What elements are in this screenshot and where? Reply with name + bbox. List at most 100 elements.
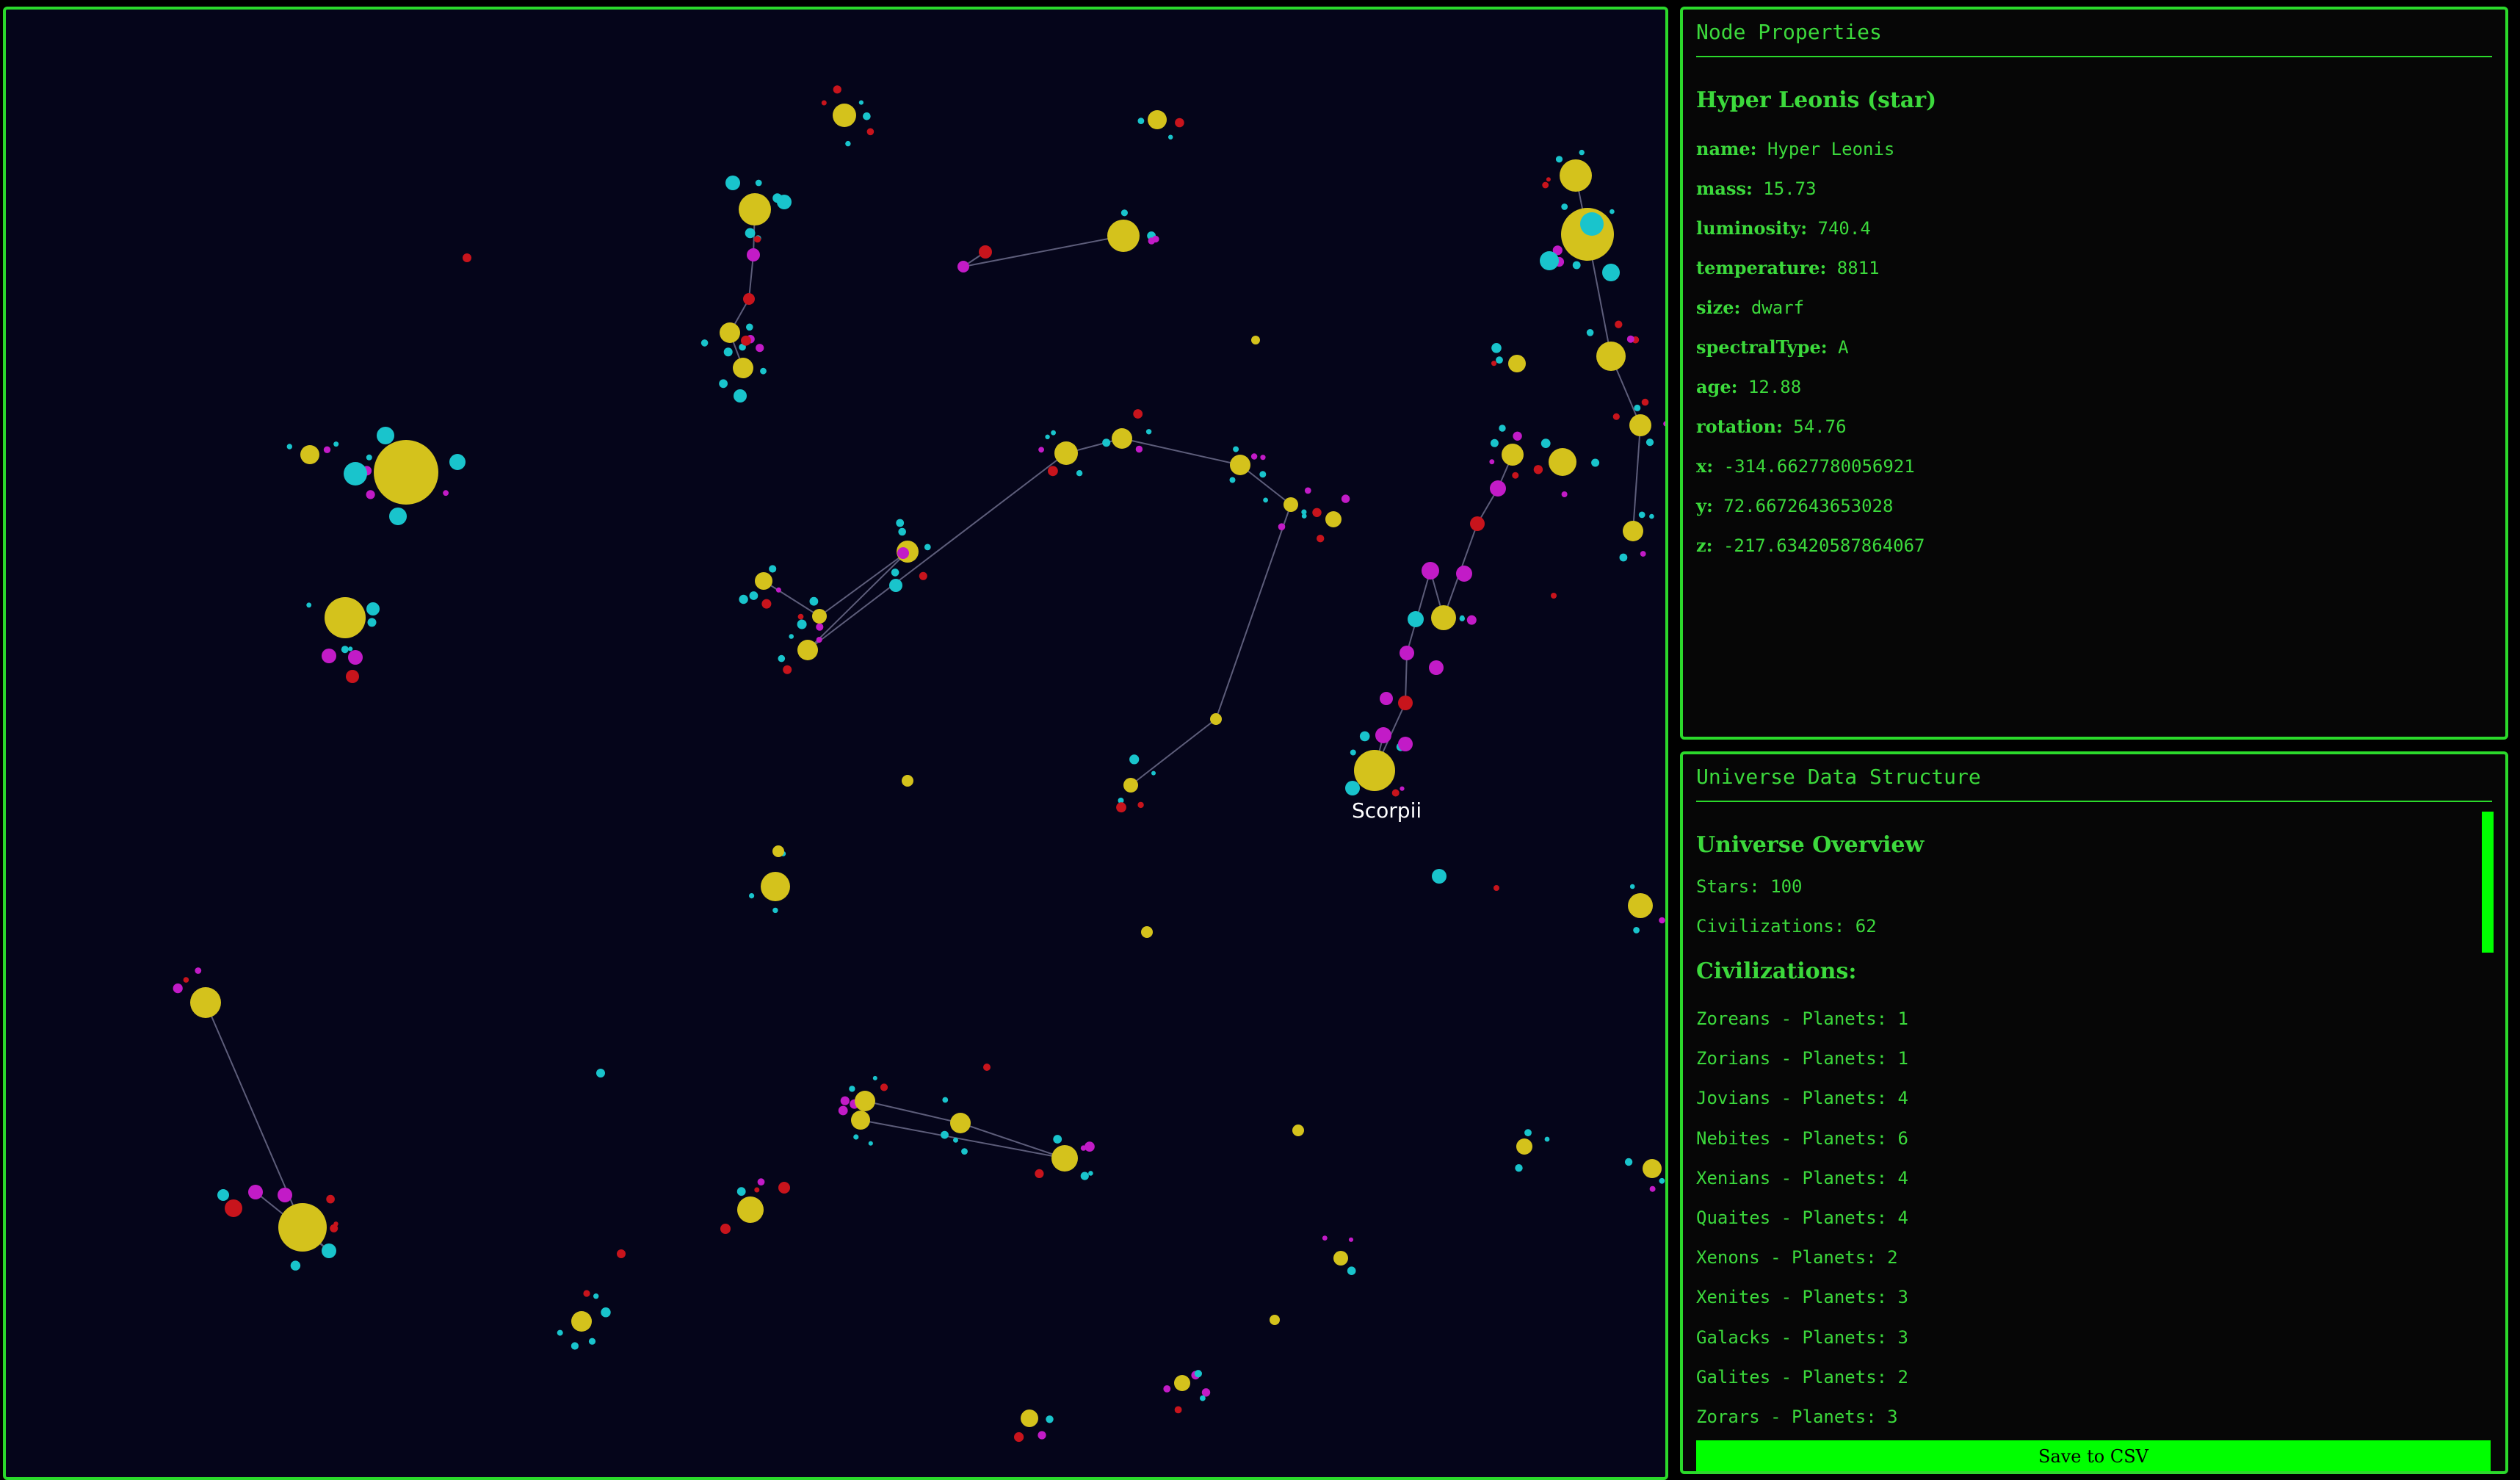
- planet-node[interactable]: [1490, 438, 1499, 447]
- star-node[interactable]: [761, 872, 790, 901]
- planet-node[interactable]: [1544, 1136, 1550, 1142]
- planet-node[interactable]: [366, 490, 375, 499]
- star-node[interactable]: [1629, 414, 1651, 436]
- planet-node[interactable]: [1345, 781, 1360, 795]
- planet-node[interactable]: [333, 441, 339, 447]
- star-node[interactable]: [1051, 1145, 1078, 1172]
- planet-node[interactable]: [961, 1148, 968, 1155]
- planet-node[interactable]: [736, 1187, 746, 1196]
- planet-node[interactable]: [1591, 458, 1600, 467]
- civilization-node[interactable]: [617, 1249, 626, 1258]
- planet-node[interactable]: [783, 665, 792, 674]
- planet-node[interactable]: [941, 1130, 949, 1139]
- planet-node[interactable]: [248, 1185, 263, 1199]
- planet-node[interactable]: [849, 1086, 855, 1092]
- planet-node[interactable]: [596, 1069, 605, 1077]
- planet-node[interactable]: [1398, 737, 1413, 751]
- planet-node[interactable]: [1612, 413, 1620, 420]
- star-node[interactable]: [1148, 110, 1167, 129]
- planet-node[interactable]: [443, 490, 449, 497]
- planet-node[interactable]: [1429, 660, 1444, 675]
- planet-node[interactable]: [1133, 409, 1143, 419]
- planet-node[interactable]: [1137, 118, 1145, 125]
- planet-node[interactable]: [734, 389, 747, 403]
- planet-node[interactable]: [1076, 470, 1083, 477]
- planet-node[interactable]: [778, 654, 786, 663]
- planet-node[interactable]: [1513, 431, 1522, 441]
- planet-node[interactable]: [1085, 1141, 1095, 1152]
- planet-node[interactable]: [1542, 181, 1549, 189]
- star-node[interactable]: [772, 845, 784, 857]
- planet-node[interactable]: [1456, 566, 1472, 582]
- planet-node[interactable]: [1624, 1158, 1633, 1166]
- planet-node[interactable]: [449, 454, 466, 470]
- planet-node[interactable]: [173, 983, 183, 994]
- planet-node[interactable]: [1400, 786, 1405, 791]
- planet-node[interactable]: [816, 623, 824, 631]
- planet-node[interactable]: [1649, 1185, 1656, 1192]
- scrollbar-thumb[interactable]: [2482, 812, 2494, 953]
- planet-node[interactable]: [1586, 329, 1594, 336]
- planet-node[interactable]: [183, 977, 189, 983]
- civilization-node[interactable]: [463, 253, 471, 262]
- planet-node[interactable]: [1512, 472, 1519, 479]
- planet-node[interactable]: [1120, 209, 1128, 217]
- planet-node[interactable]: [1259, 471, 1267, 478]
- planet-node[interactable]: [754, 1187, 760, 1193]
- planet-node[interactable]: [747, 248, 760, 261]
- planet-node[interactable]: [348, 646, 353, 651]
- planet-node[interactable]: [754, 236, 761, 243]
- planet-node[interactable]: [1610, 209, 1615, 214]
- star-node[interactable]: [950, 1113, 971, 1133]
- planet-node[interactable]: [1348, 1237, 1354, 1242]
- planet-node[interactable]: [1250, 453, 1258, 460]
- star-node[interactable]: [733, 358, 753, 378]
- civilization-node[interactable]: [778, 1182, 790, 1194]
- planet-node[interactable]: [366, 454, 372, 461]
- star-node[interactable]: [1596, 342, 1626, 371]
- planet-node[interactable]: [1649, 513, 1654, 519]
- planet-node[interactable]: [897, 547, 909, 559]
- star-node[interactable]: [190, 987, 221, 1018]
- planet-node[interactable]: [1322, 1235, 1328, 1241]
- planet-node[interactable]: [389, 508, 407, 525]
- planet-node[interactable]: [777, 195, 792, 209]
- star-node[interactable]: [1054, 441, 1078, 465]
- planet-node[interactable]: [1359, 731, 1370, 742]
- planet-node[interactable]: [809, 596, 819, 606]
- planet-node[interactable]: [1491, 343, 1502, 353]
- planet-node[interactable]: [1317, 535, 1325, 543]
- planet-node[interactable]: [1053, 1135, 1062, 1144]
- planet-node[interactable]: [1499, 425, 1506, 432]
- planet-node[interactable]: [1347, 1266, 1356, 1275]
- planet-node[interactable]: [1641, 398, 1649, 406]
- planet-node[interactable]: [1580, 212, 1604, 236]
- star-node[interactable]: [1623, 521, 1643, 541]
- planet-node[interactable]: [739, 594, 748, 604]
- planet-node[interactable]: [919, 571, 927, 580]
- planet-node[interactable]: [377, 427, 394, 444]
- star-node[interactable]: [1560, 159, 1592, 192]
- planet-node[interactable]: [942, 1097, 949, 1103]
- save-csv-button[interactable]: Save to CSV: [1696, 1440, 2491, 1471]
- star-node[interactable]: [1628, 893, 1653, 918]
- planet-node[interactable]: [1561, 491, 1568, 497]
- planet-node[interactable]: [1629, 884, 1635, 889]
- planet-node[interactable]: [1038, 447, 1044, 453]
- planet-node[interactable]: [1038, 1431, 1046, 1440]
- planet-node[interactable]: [1046, 1415, 1054, 1423]
- planet-node[interactable]: [1491, 361, 1497, 367]
- planet-node[interactable]: [1152, 235, 1159, 243]
- planet-node[interactable]: [1116, 802, 1126, 813]
- planet-node[interactable]: [746, 323, 753, 331]
- star-node[interactable]: [1333, 1251, 1348, 1266]
- planet-node[interactable]: [1278, 523, 1286, 530]
- planet-node[interactable]: [557, 1329, 563, 1336]
- planet-node[interactable]: [1301, 513, 1307, 519]
- star-map[interactable]: [6, 10, 1665, 1477]
- planet-node[interactable]: [1663, 421, 1665, 427]
- planet-node[interactable]: [1151, 770, 1156, 776]
- star-node[interactable]: [300, 445, 319, 464]
- star-node[interactable]: [755, 572, 772, 590]
- star-node[interactable]: [1502, 444, 1524, 466]
